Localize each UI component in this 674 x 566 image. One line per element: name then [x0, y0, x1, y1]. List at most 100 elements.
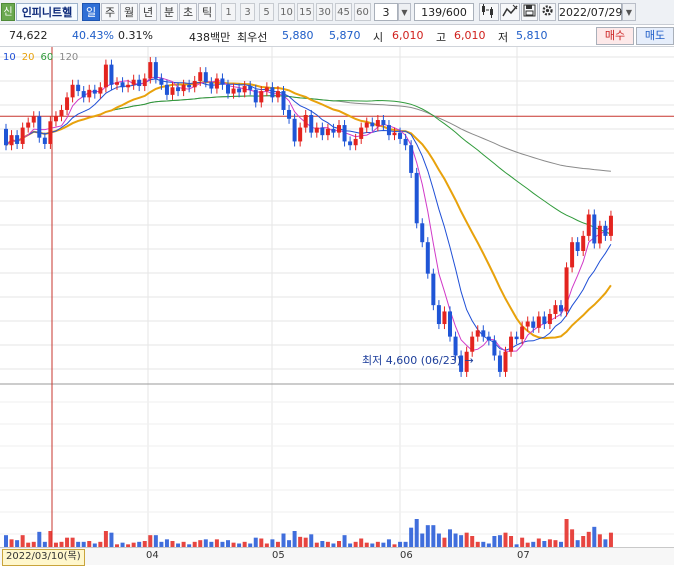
period-second-button[interactable]: 초: [179, 3, 197, 21]
sell-button[interactable]: 매도: [636, 27, 674, 45]
volume-bar: [575, 540, 580, 547]
trade-amount: 438백만: [189, 31, 231, 44]
volume-bar: [15, 540, 20, 547]
candle: [542, 316, 547, 325]
ma120-legend[interactable]: 120: [59, 52, 78, 63]
candle: [231, 88, 236, 94]
period-yearly-button[interactable]: 년: [139, 3, 157, 21]
candle: [226, 84, 230, 94]
candle: [470, 336, 475, 352]
buy-button[interactable]: 매수: [596, 27, 634, 45]
period-tick-button[interactable]: 틱: [198, 3, 216, 21]
volume-bar: [547, 539, 552, 547]
volume-bar: [153, 535, 158, 547]
save-icon[interactable]: [521, 3, 538, 21]
interval-count-input[interactable]: 3: [374, 3, 398, 21]
period-daily-button[interactable]: 일: [82, 3, 100, 21]
stock-name-field[interactable]: 인피니트헬: [16, 3, 78, 21]
moving-average-legend: 10 20 60 120: [3, 52, 84, 63]
month-label-04: 04: [146, 550, 159, 561]
volume-bar: [287, 540, 292, 547]
candle: [531, 321, 536, 328]
candle: [87, 89, 92, 98]
candle: [103, 64, 108, 88]
interval-10-button[interactable]: 10: [278, 3, 295, 21]
candle: [131, 79, 136, 85]
volume-bar: [309, 534, 314, 547]
period-weekly-button[interactable]: 주: [101, 3, 119, 21]
interval-5-button[interactable]: 5: [259, 3, 274, 21]
crosshair-tool-icon[interactable]: [479, 3, 499, 21]
candle: [281, 91, 286, 110]
candle: [15, 135, 20, 144]
volume-bar: [536, 538, 541, 547]
candle: [98, 87, 103, 94]
volume-bar: [70, 537, 75, 547]
volume-bar: [431, 525, 436, 547]
volume-bar: [386, 539, 391, 547]
volume-bar: [359, 538, 364, 547]
volume-bar: [109, 532, 114, 547]
data-count-field[interactable]: 139/600: [414, 3, 474, 21]
chart-toolbar: 신 인피니트헬 일 주 월 년 분 초 틱 1 3 5 10 15 30 45 …: [0, 0, 674, 25]
volume-bar: [509, 536, 514, 547]
candle: [270, 87, 275, 98]
candle: [214, 78, 219, 89]
date-input[interactable]: 2022/07/29: [558, 3, 622, 21]
period-monthly-button[interactable]: 월: [120, 3, 138, 21]
market-badge[interactable]: 신: [1, 3, 15, 21]
candle: [159, 78, 164, 85]
candle: [198, 72, 203, 81]
ma10-line: [5, 78, 612, 351]
ma20-legend[interactable]: 20: [22, 52, 35, 63]
candle: [242, 86, 247, 93]
interval-3-button[interactable]: 3: [240, 3, 255, 21]
candle: [375, 120, 380, 127]
volume-bar: [597, 534, 602, 547]
candle: [153, 62, 158, 79]
volume-bar: [164, 539, 169, 547]
min-price-annotation: 최저 4,600 (06/23) →: [362, 352, 474, 368]
volume-bar: [603, 539, 608, 547]
interval-1-button[interactable]: 1: [221, 3, 236, 21]
line-draw-tool-icon[interactable]: [500, 3, 520, 21]
candle: [425, 242, 430, 274]
candlestick-chart[interactable]: [0, 47, 674, 547]
ma10-legend[interactable]: 10: [3, 52, 16, 63]
candle: [20, 127, 25, 144]
calendar-dropdown-icon[interactable]: ▼: [622, 3, 636, 21]
candle: [203, 72, 208, 83]
candle: [608, 215, 613, 236]
ma60-legend[interactable]: 60: [40, 52, 53, 63]
interval-60-button[interactable]: 60: [354, 3, 371, 21]
candle: [253, 89, 258, 103]
interval-30-button[interactable]: 30: [316, 3, 333, 21]
open-label: 시: [373, 31, 384, 44]
interval-dropdown-icon[interactable]: ▼: [398, 3, 411, 21]
candle: [359, 127, 364, 139]
volume-bar: [253, 537, 258, 547]
volume-bar: [37, 531, 42, 547]
volume-bar: [420, 533, 425, 547]
best-quote-label: 최우선: [237, 31, 268, 44]
volume-bar: [409, 527, 414, 547]
month-label-06: 06: [400, 550, 413, 561]
candle: [65, 97, 70, 110]
candle: [9, 135, 14, 146]
candle: [353, 138, 358, 146]
volume-bar: [425, 525, 430, 547]
candle: [431, 273, 436, 306]
period-minute-button[interactable]: 분: [160, 3, 178, 21]
interval-15-button[interactable]: 15: [297, 3, 314, 21]
candle: [292, 118, 297, 142]
candle: [137, 79, 142, 87]
candle: [76, 84, 81, 92]
settings-gear-icon[interactable]: [539, 3, 556, 21]
candle: [237, 88, 242, 93]
candle: [497, 355, 502, 372]
candle: [525, 321, 530, 327]
candle: [436, 305, 441, 325]
volume-bar: [270, 539, 275, 547]
candle: [287, 109, 292, 119]
interval-45-button[interactable]: 45: [335, 3, 352, 21]
